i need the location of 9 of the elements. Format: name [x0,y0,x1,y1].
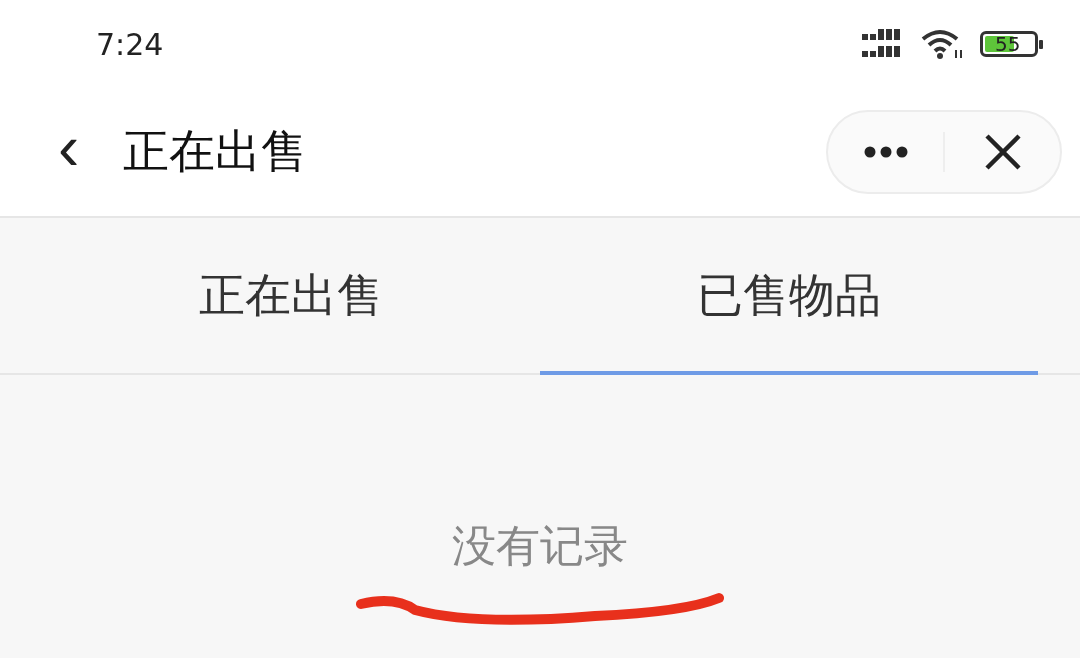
page-title: 正在出售 [123,123,309,180]
tab[interactable]: 正在出售 [42,218,540,375]
tab[interactable]: 已售物品 [540,218,1038,375]
more-icon [863,146,908,158]
empty-message: 没有记录 [452,519,628,573]
close-icon [983,133,1022,171]
status-time: 7:24 [96,26,164,62]
back-button[interactable]: ‹ [50,115,88,189]
wifi-icon [920,28,964,60]
